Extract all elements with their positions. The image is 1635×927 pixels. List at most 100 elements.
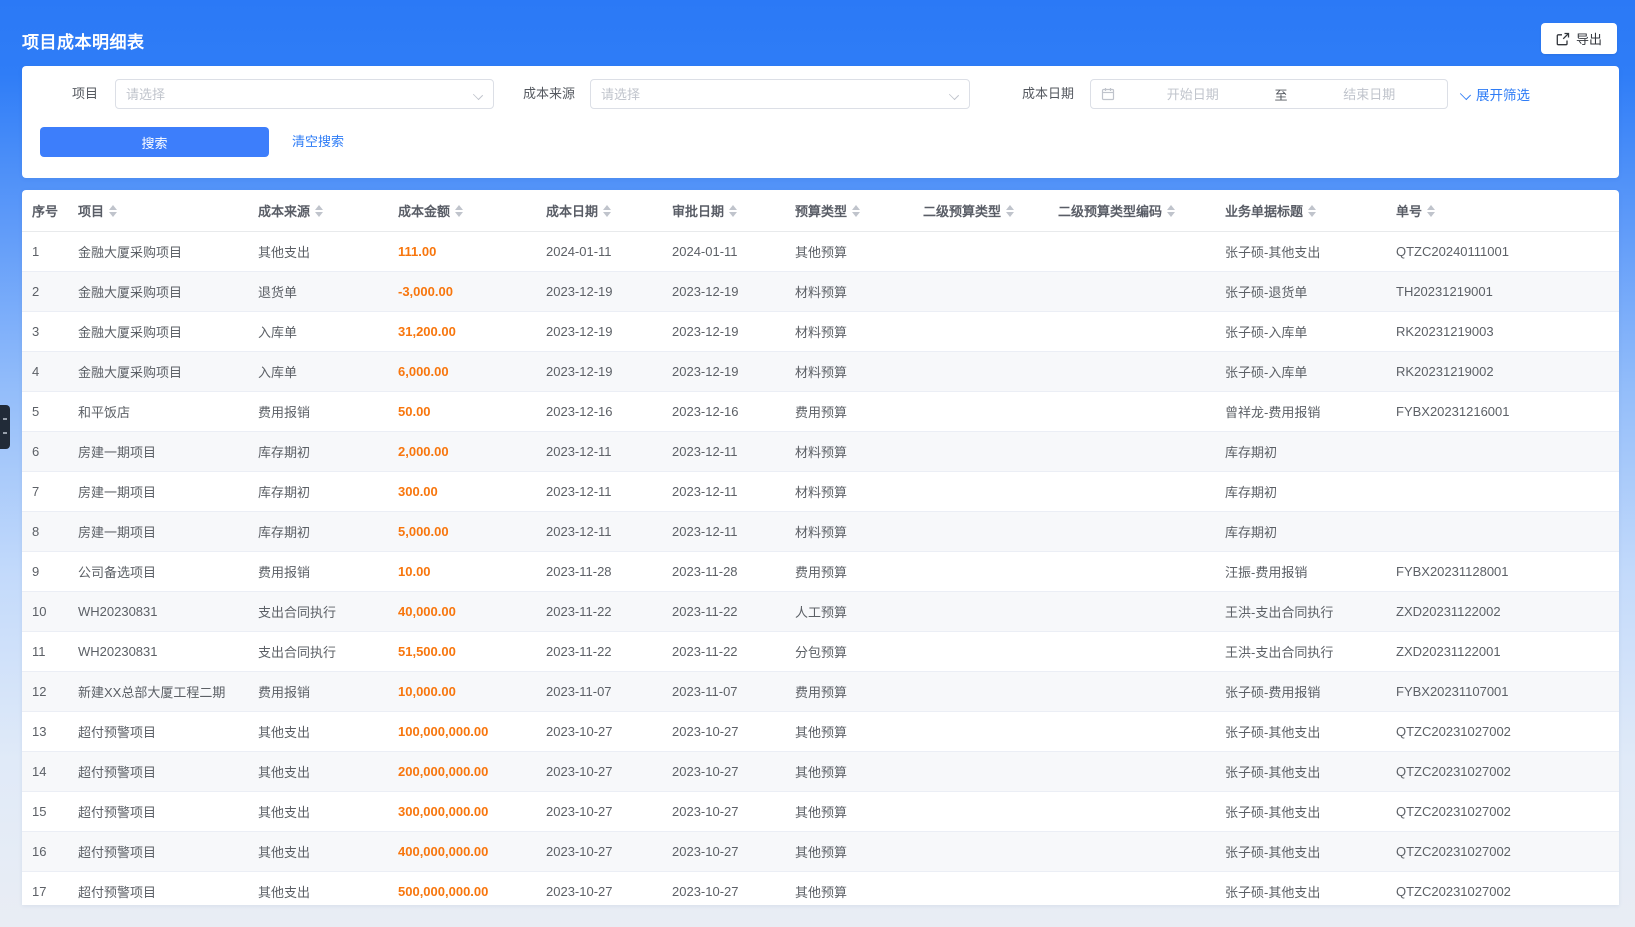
column-header-label: 二级预算类型 — [923, 201, 1001, 220]
table-cell-project: 和平饭店 — [68, 402, 248, 421]
table-cell-project: 新建XX总部大厦工程二期 — [68, 682, 248, 701]
table-cell-doc_title: 张子硕-费用报销 — [1215, 682, 1386, 701]
project-select-input[interactable] — [116, 80, 473, 108]
calendar-icon — [1101, 87, 1115, 101]
table-cell-source: 其他支出 — [248, 802, 388, 821]
table-cell-no: 12 — [22, 684, 68, 699]
sort-icon — [109, 205, 117, 217]
column-header-label: 二级预算类型编码 — [1058, 201, 1162, 220]
table-cell-no: 6 — [22, 444, 68, 459]
column-header-label: 预算类型 — [795, 201, 847, 220]
column-header-budget_type[interactable]: 预算类型 — [785, 201, 913, 220]
table-cell-doc_title: 张子硕-其他支出 — [1215, 882, 1386, 901]
chevron-down-icon — [1460, 89, 1471, 100]
sort-icon — [1167, 205, 1175, 217]
table-cell-doc_no: ZXD20231122002 — [1386, 604, 1619, 619]
table-cell-project: 超付预警项目 — [68, 802, 248, 821]
table-cell-approval_date: 2023-12-19 — [662, 324, 785, 339]
column-header-sub_budget_type[interactable]: 二级预算类型 — [913, 201, 1048, 220]
table-cell-doc_no: FYBX20231128001 — [1386, 564, 1619, 579]
sort-icon — [1308, 205, 1316, 217]
table-cell-doc_no: QTZC20240111001 — [1386, 244, 1619, 259]
table-row: 2金融大厦采购项目退货单-3,000.002023-12-192023-12-1… — [22, 272, 1619, 312]
table-cell-doc_no: ZXD20231122001 — [1386, 644, 1619, 659]
table-cell-budget_type: 材料预算 — [785, 362, 913, 381]
project-select[interactable] — [115, 79, 494, 109]
column-header-amount[interactable]: 成本金额 — [388, 201, 536, 220]
table-cell-cost_date: 2023-10-27 — [536, 764, 662, 779]
table-cell-source: 费用报销 — [248, 682, 388, 701]
table-cell-budget_type: 其他预算 — [785, 802, 913, 821]
table-cell-amount: 100,000,000.00 — [388, 724, 536, 739]
table-cell-project: 房建一期项目 — [68, 482, 248, 501]
table-cell-doc_no: QTZC20231027002 — [1386, 844, 1619, 859]
table-cell-cost_date: 2023-12-19 — [536, 284, 662, 299]
cost-source-select[interactable] — [590, 79, 970, 109]
table-cell-source: 其他支出 — [248, 242, 388, 261]
cost-source-filter-label: 成本来源 — [523, 79, 575, 109]
start-date-input[interactable] — [1115, 80, 1271, 108]
table-cell-doc_title: 库存期初 — [1215, 522, 1386, 541]
table-row: 6房建一期项目库存期初2,000.002023-12-112023-12-11材… — [22, 432, 1619, 472]
column-header-source[interactable]: 成本来源 — [248, 201, 388, 220]
table-cell-budget_type: 材料预算 — [785, 282, 913, 301]
table-cell-source: 其他支出 — [248, 722, 388, 741]
sort-icon — [603, 205, 611, 217]
column-header-approval_date[interactable]: 审批日期 — [662, 201, 785, 220]
table-cell-budget_type: 费用预算 — [785, 562, 913, 581]
table-cell-no: 8 — [22, 524, 68, 539]
side-drawer-handle[interactable] — [0, 405, 10, 449]
end-date-input[interactable] — [1292, 80, 1448, 108]
export-button[interactable]: 导出 — [1541, 23, 1617, 54]
table-cell-doc_no: QTZC20231027002 — [1386, 884, 1619, 899]
table-cell-source: 支出合同执行 — [248, 642, 388, 661]
table-cell-project: 超付预警项目 — [68, 882, 248, 901]
table-cell-budget_type: 其他预算 — [785, 842, 913, 861]
table-cell-project: 超付预警项目 — [68, 842, 248, 861]
table-row: 9公司备选项目费用报销10.002023-11-282023-11-28费用预算… — [22, 552, 1619, 592]
table-cell-source: 库存期初 — [248, 522, 388, 541]
column-header-label: 审批日期 — [672, 201, 724, 220]
table-cell-doc_no: FYBX20231216001 — [1386, 404, 1619, 419]
table-cell-cost_date: 2023-11-07 — [536, 684, 662, 699]
page-title: 项目成本明细表 — [22, 28, 145, 53]
column-header-doc_no[interactable]: 单号 — [1386, 201, 1619, 220]
table-cell-amount: 400,000,000.00 — [388, 844, 536, 859]
table-cell-doc_title: 张子硕-其他支出 — [1215, 722, 1386, 741]
table-row: 13超付预警项目其他支出100,000,000.002023-10-272023… — [22, 712, 1619, 752]
table-cell-budget_type: 费用预算 — [785, 402, 913, 421]
table-cell-budget_type: 其他预算 — [785, 722, 913, 741]
column-header-doc_title[interactable]: 业务单据标题 — [1215, 201, 1386, 220]
table-cell-no: 9 — [22, 564, 68, 579]
table-cell-cost_date: 2023-11-28 — [536, 564, 662, 579]
search-button[interactable]: 搜索 — [40, 127, 269, 157]
expand-filter-link[interactable]: 展开筛选 — [1460, 79, 1530, 109]
table-cell-budget_type: 其他预算 — [785, 762, 913, 781]
table-cell-cost_date: 2023-12-11 — [536, 444, 662, 459]
clear-search-link[interactable]: 清空搜索 — [292, 127, 344, 157]
table-cell-approval_date: 2024-01-11 — [662, 244, 785, 259]
table-cell-amount: 10,000.00 — [388, 684, 536, 699]
table-cell-approval_date: 2023-11-28 — [662, 564, 785, 579]
table-cell-amount: 50.00 — [388, 404, 536, 419]
table-cell-budget_type: 材料预算 — [785, 442, 913, 461]
table-row: 10WH20230831支出合同执行40,000.002023-11-22202… — [22, 592, 1619, 632]
table-cell-no: 17 — [22, 884, 68, 899]
filter-panel: 项目 成本来源 成本日期 至 展开筛选 搜索 清空搜索 — [22, 66, 1619, 178]
cost-date-range[interactable]: 至 — [1090, 79, 1448, 109]
table-cell-doc_title: 张子硕-其他支出 — [1215, 762, 1386, 781]
column-header-cost_date[interactable]: 成本日期 — [536, 201, 662, 220]
table-cell-project: 超付预警项目 — [68, 722, 248, 741]
chevron-down-icon — [473, 89, 483, 99]
table-cell-doc_title: 曾祥龙-费用报销 — [1215, 402, 1386, 421]
table-cell-project: WH20230831 — [68, 604, 248, 619]
table-cell-doc_no: QTZC20231027002 — [1386, 804, 1619, 819]
cost-source-select-input[interactable] — [591, 80, 949, 108]
column-header-project[interactable]: 项目 — [68, 201, 248, 220]
column-header-sub_budget_code[interactable]: 二级预算类型编码 — [1048, 201, 1215, 220]
table-cell-approval_date: 2023-11-22 — [662, 644, 785, 659]
table-cell-project: 金融大厦采购项目 — [68, 362, 248, 381]
table-cell-budget_type: 人工预算 — [785, 602, 913, 621]
sort-icon — [315, 205, 323, 217]
table-row: 7房建一期项目库存期初300.002023-12-112023-12-11材料预… — [22, 472, 1619, 512]
